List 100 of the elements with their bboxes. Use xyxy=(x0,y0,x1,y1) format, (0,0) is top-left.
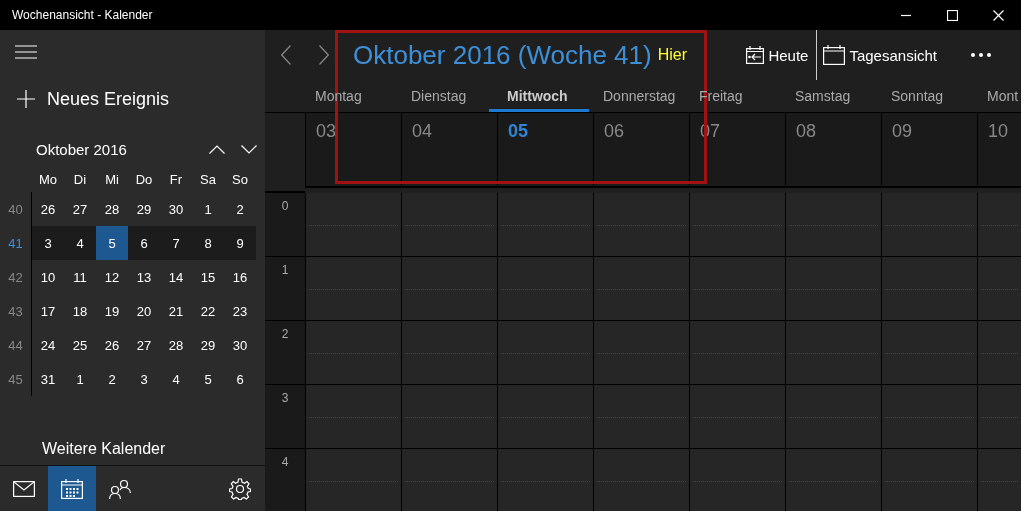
calendar-day[interactable]: 1 xyxy=(192,192,224,226)
time-slot[interactable] xyxy=(689,321,785,385)
time-slot[interactable] xyxy=(593,385,689,449)
calendar-day[interactable]: 10 xyxy=(32,260,64,294)
time-slot[interactable] xyxy=(689,257,785,321)
weekday-tab[interactable]: Donnerstag xyxy=(593,82,689,112)
time-slot[interactable] xyxy=(785,385,881,449)
calendar-day[interactable]: 25 xyxy=(64,328,96,362)
calendar-day[interactable]: 23 xyxy=(224,294,256,328)
calendar-day[interactable]: 12 xyxy=(96,260,128,294)
time-slot[interactable] xyxy=(497,449,593,511)
hour-label: 0 xyxy=(265,193,305,257)
calendar-day[interactable]: 14 xyxy=(160,260,192,294)
time-slot[interactable] xyxy=(977,257,1021,321)
calendar-day[interactable]: 3 xyxy=(128,362,160,396)
time-slot[interactable] xyxy=(401,449,497,511)
time-slot[interactable] xyxy=(881,449,977,511)
time-slot[interactable] xyxy=(881,193,977,257)
time-slot[interactable] xyxy=(785,321,881,385)
time-slot[interactable] xyxy=(593,257,689,321)
calendar-day[interactable]: 26 xyxy=(32,192,64,226)
calendar-day[interactable]: 2 xyxy=(224,192,256,226)
calendar-day[interactable]: 5 xyxy=(192,362,224,396)
calendar-day[interactable]: 11 xyxy=(64,260,96,294)
calendar-day[interactable]: 5 xyxy=(96,226,128,260)
weekday-tab[interactable]: Samstag xyxy=(785,82,881,112)
time-slot[interactable] xyxy=(785,449,881,511)
time-slot[interactable] xyxy=(977,449,1021,511)
time-slot[interactable] xyxy=(785,257,881,321)
calendar-day[interactable]: 19 xyxy=(96,294,128,328)
calendar-day[interactable]: 8 xyxy=(192,226,224,260)
weekday-label: Mo xyxy=(37,170,59,189)
calendar-day[interactable]: 6 xyxy=(128,226,160,260)
calendar-day[interactable]: 7 xyxy=(160,226,192,260)
week-number: 45 xyxy=(0,362,32,396)
calendar-day[interactable]: 3 xyxy=(32,226,64,260)
calendar-day[interactable]: 4 xyxy=(160,362,192,396)
time-slot[interactable] xyxy=(305,385,401,449)
calendar-day[interactable]: 29 xyxy=(128,192,160,226)
time-slot[interactable] xyxy=(785,193,881,257)
calendar-day[interactable]: 9 xyxy=(224,226,256,260)
calendar-day[interactable]: 20 xyxy=(128,294,160,328)
calendar-day[interactable]: 28 xyxy=(96,192,128,226)
calendar-day[interactable]: 16 xyxy=(224,260,256,294)
calendar-day[interactable]: 27 xyxy=(128,328,160,362)
weekday-label: So xyxy=(231,170,249,189)
calendar-day[interactable]: 22 xyxy=(192,294,224,328)
time-slot[interactable] xyxy=(977,321,1021,385)
hour-label: 3 xyxy=(265,385,305,449)
today-button[interactable]: Heute xyxy=(740,39,815,71)
weekday-tab[interactable]: Sonntag xyxy=(881,82,977,112)
time-slot[interactable] xyxy=(401,193,497,257)
calendar-day[interactable]: 30 xyxy=(160,192,192,226)
calendar-day[interactable]: 2 xyxy=(96,362,128,396)
time-slot[interactable] xyxy=(689,449,785,511)
time-slot[interactable] xyxy=(593,449,689,511)
calendar-day[interactable]: 18 xyxy=(64,294,96,328)
time-slot[interactable] xyxy=(401,257,497,321)
time-slot[interactable] xyxy=(497,193,593,257)
time-slot[interactable] xyxy=(689,193,785,257)
week-number: 40 xyxy=(0,192,32,226)
time-slot[interactable] xyxy=(305,193,401,257)
calendar-day[interactable]: 13 xyxy=(128,260,160,294)
time-slot[interactable] xyxy=(401,385,497,449)
more-calendars-button[interactable]: Weitere Kalender xyxy=(42,440,265,458)
time-slot[interactable] xyxy=(689,385,785,449)
calendar-day[interactable]: 1 xyxy=(64,362,96,396)
calendar-day[interactable]: 29 xyxy=(192,328,224,362)
time-slot[interactable] xyxy=(305,321,401,385)
time-slot[interactable] xyxy=(881,257,977,321)
time-slot[interactable] xyxy=(977,193,1021,257)
calendar-day[interactable]: 6 xyxy=(224,362,256,396)
time-slot[interactable] xyxy=(977,385,1021,449)
menu-button[interactable] xyxy=(14,44,38,60)
weekday-tab[interactable]: Mont xyxy=(977,82,1021,112)
calendar-day[interactable]: 21 xyxy=(160,294,192,328)
calendar-day[interactable]: 28 xyxy=(160,328,192,362)
time-slot[interactable] xyxy=(305,257,401,321)
time-slot[interactable] xyxy=(497,321,593,385)
time-slot[interactable] xyxy=(305,449,401,511)
new-event-button[interactable]: Neues Ereignis xyxy=(17,86,265,112)
time-slot[interactable] xyxy=(593,321,689,385)
hour-label: 4 xyxy=(265,449,305,511)
day-view-button[interactable]: Tagesansicht xyxy=(817,39,943,71)
time-slot[interactable] xyxy=(497,385,593,449)
calendar-button[interactable] xyxy=(48,466,96,511)
calendar-day[interactable]: 4 xyxy=(64,226,96,260)
time-slot[interactable] xyxy=(881,385,977,449)
calendar-day[interactable]: 27 xyxy=(64,192,96,226)
time-slot[interactable] xyxy=(497,257,593,321)
time-slot[interactable] xyxy=(401,321,497,385)
hour-label: 2 xyxy=(265,321,305,385)
calendar-day[interactable]: 30 xyxy=(224,328,256,362)
calendar-day[interactable]: 17 xyxy=(32,294,64,328)
calendar-day[interactable]: 26 xyxy=(96,328,128,362)
calendar-day[interactable]: 15 xyxy=(192,260,224,294)
time-slot[interactable] xyxy=(881,321,977,385)
calendar-day[interactable]: 31 xyxy=(32,362,64,396)
time-slot[interactable] xyxy=(593,193,689,257)
calendar-day[interactable]: 24 xyxy=(32,328,64,362)
